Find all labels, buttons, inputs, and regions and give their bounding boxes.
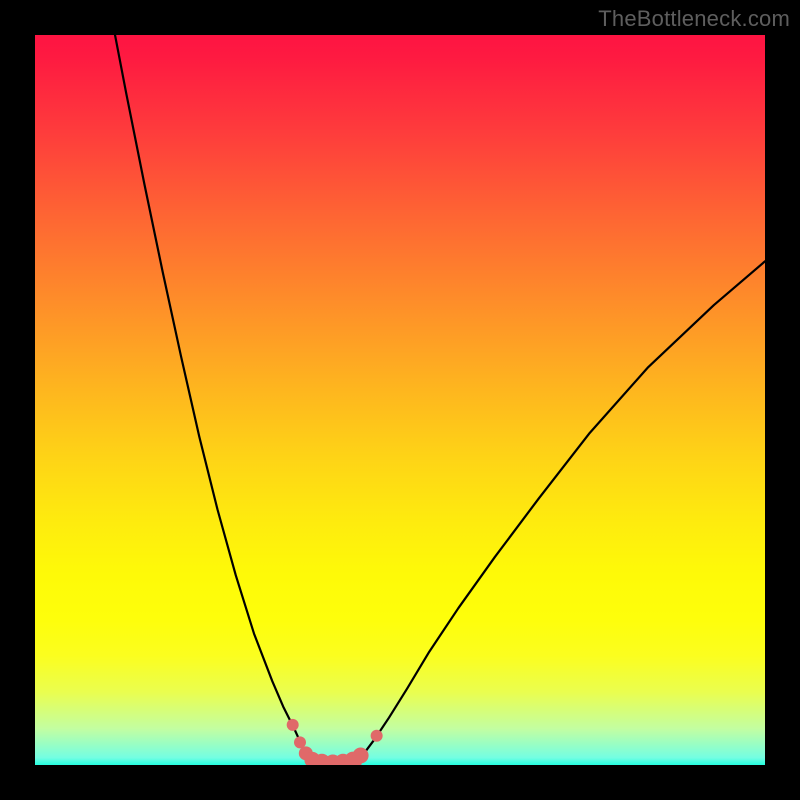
marker-dot xyxy=(371,730,383,742)
plot-area xyxy=(35,35,765,765)
outer-frame: TheBottleneck.com xyxy=(0,0,800,800)
marker-dots xyxy=(35,35,765,765)
marker-dot xyxy=(353,748,369,764)
watermark-text: TheBottleneck.com xyxy=(598,6,790,32)
marker-dot xyxy=(287,719,299,731)
